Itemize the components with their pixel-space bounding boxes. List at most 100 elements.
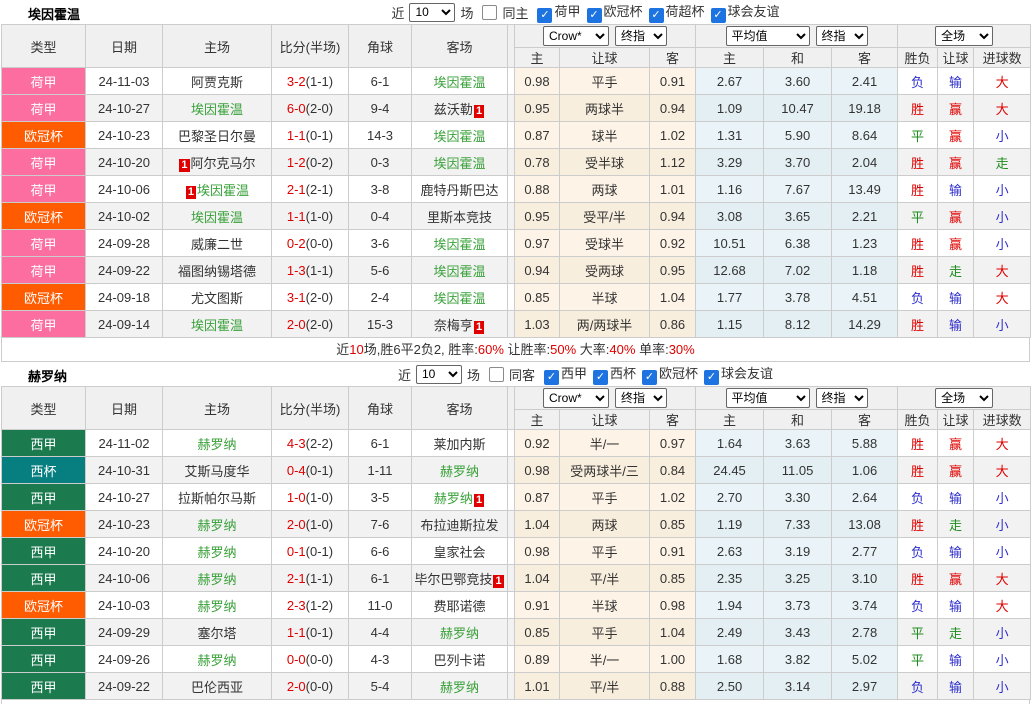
home-team: 1埃因霍温 <box>185 183 249 198</box>
halftime-score: (1-0) <box>306 209 333 224</box>
league-cell: 荷甲 <box>2 95 86 122</box>
subcol-avg-home: 主 <box>696 410 764 430</box>
gap-column <box>508 25 515 68</box>
date-cell: 24-10-20 <box>86 149 163 176</box>
away-team: 埃因霍温 <box>433 264 485 279</box>
avg-source-select[interactable]: 平均值 <box>726 26 810 46</box>
same-venue-checkbox[interactable] <box>482 5 497 20</box>
avg-draw-cell: 3.73 <box>764 592 832 619</box>
away-team: 里斯本竞技 <box>427 210 492 225</box>
away-team-cell: 里斯本竞技 <box>412 203 508 230</box>
odds-home-cell: 0.85 <box>515 284 560 311</box>
table-row: 欧冠杯24-09-18尤文图斯3-1(2-0)2-4埃因霍温0.85半球1.04… <box>2 284 1031 311</box>
halftime-score: (1-0) <box>306 490 333 505</box>
home-team-cell: 赫罗纳 <box>163 592 272 619</box>
avg-select-cell: 平均值终指 <box>696 387 898 410</box>
away-team: 赫罗纳 <box>440 626 479 641</box>
fulltime-score: 0-2 <box>287 236 306 251</box>
league-checkbox[interactable]: ✓ <box>587 8 602 23</box>
league-checkbox[interactable]: ✓ <box>642 370 657 385</box>
avg-away-cell: 14.29 <box>832 311 898 338</box>
league-checkbox[interactable]: ✓ <box>649 8 664 23</box>
league-checkbox[interactable]: ✓ <box>544 370 559 385</box>
same-venue-checkbox[interactable] <box>489 367 504 382</box>
away-team-cell: 鹿特丹斯巴达 <box>412 176 508 203</box>
home-team: 赫罗纳 <box>197 599 236 614</box>
date-cell: 24-10-23 <box>86 122 163 149</box>
handicap-cell: 两球 <box>560 176 650 203</box>
odds-source-select[interactable]: Crow* <box>543 388 609 408</box>
odds-away-cell: 0.98 <box>650 592 696 619</box>
away-team: 埃因霍温 <box>433 129 485 144</box>
league-checkbox-label: 西甲 <box>561 366 587 381</box>
odds-away-cell: 0.97 <box>650 430 696 457</box>
result-wdl-cell: 胜 <box>898 511 938 538</box>
result-goals-cell: 大 <box>974 430 1031 457</box>
away-team-name: 埃因霍温 <box>433 75 485 90</box>
avg-away-cell: 2.64 <box>832 484 898 511</box>
near-label: 近 <box>398 365 411 384</box>
odds-home-cell: 0.98 <box>515 457 560 484</box>
league-cell: 西甲 <box>2 430 86 457</box>
summary-text: 让胜率: <box>504 342 550 357</box>
home-team-name: 塞尔塔 <box>197 626 236 641</box>
table-row: 荷甲24-10-27埃因霍温6-0(2-0)9-4兹沃勒10.95两球半0.94… <box>2 95 1031 122</box>
avg-draw-cell: 3.60 <box>764 68 832 95</box>
avg-kind-select[interactable]: 终指 <box>816 26 868 46</box>
away-team: 兹沃勒1 <box>434 102 485 117</box>
score-cell: 2-3(1-2) <box>272 592 349 619</box>
summary-value: 60% <box>478 342 504 357</box>
avg-draw-cell: 11.05 <box>764 457 832 484</box>
home-team-cell: 赫罗纳 <box>163 511 272 538</box>
away-team-cell: 费耶诺德 <box>412 592 508 619</box>
scope-select[interactable]: 全场 <box>935 26 993 46</box>
odds-home-cell: 0.95 <box>515 95 560 122</box>
score-cell: 3-2(1-1) <box>272 68 349 95</box>
odds-kind-select[interactable]: 终指 <box>615 26 667 46</box>
away-team-name: 布拉迪斯拉发 <box>420 518 498 533</box>
subcol-result-goals: 进球数 <box>974 410 1031 430</box>
corner-cell: 5-4 <box>349 673 412 700</box>
result-goals-cell: 大 <box>974 592 1031 619</box>
date-cell: 24-10-06 <box>86 565 163 592</box>
subcol-result-handicap: 让球 <box>938 410 974 430</box>
away-team-name: 里斯本竞技 <box>427 210 492 225</box>
league-cell: 欧冠杯 <box>2 511 86 538</box>
avg-home-cell: 1.16 <box>696 176 764 203</box>
date-cell: 24-09-28 <box>86 230 163 257</box>
odds-source-select[interactable]: Crow* <box>543 26 609 46</box>
avg-kind-select[interactable]: 终指 <box>816 388 868 408</box>
league-checkbox[interactable]: ✓ <box>711 8 726 23</box>
avg-draw-cell: 10.47 <box>764 95 832 122</box>
subcol-odds-away: 客 <box>650 48 696 68</box>
away-team: 巴列卡诺 <box>433 653 485 668</box>
result-goals-cell: 小 <box>974 511 1031 538</box>
gap-cell <box>508 284 515 311</box>
home-team-cell: 赫罗纳 <box>163 430 272 457</box>
avg-away-cell: 2.97 <box>832 673 898 700</box>
match-count-select[interactable]: 10 <box>409 3 455 22</box>
table-row: 荷甲24-10-061埃因霍温2-1(2-1)3-8鹿特丹斯巴达0.88两球1.… <box>2 176 1031 203</box>
odds-away-cell: 0.84 <box>650 457 696 484</box>
summary-value: 50% <box>550 342 576 357</box>
odds-away-cell: 1.12 <box>650 149 696 176</box>
halftime-score: (0-1) <box>306 544 333 559</box>
corner-cell: 14-3 <box>349 122 412 149</box>
gap-cell <box>508 122 515 149</box>
league-checkbox[interactable]: ✓ <box>593 370 608 385</box>
match-count-select[interactable]: 10 <box>416 365 462 384</box>
col-type: 类型 <box>2 387 86 430</box>
odds-kind-select[interactable]: 终指 <box>615 388 667 408</box>
corner-cell: 3-8 <box>349 176 412 203</box>
scope-select[interactable]: 全场 <box>935 388 993 408</box>
league-checkbox[interactable]: ✓ <box>537 8 552 23</box>
summary-text: 场,胜6平2负2, 胜率: <box>364 342 478 357</box>
avg-source-select[interactable]: 平均值 <box>726 388 810 408</box>
league-checkbox[interactable]: ✓ <box>704 370 719 385</box>
avg-home-cell: 3.08 <box>696 203 764 230</box>
date-cell: 24-09-22 <box>86 257 163 284</box>
odds-away-cell: 0.86 <box>650 311 696 338</box>
table-row: 西甲24-09-26赫罗纳0-0(0-0)4-3巴列卡诺0.89半/一1.001… <box>2 646 1031 673</box>
subcol-handicap: 让球 <box>560 48 650 68</box>
odds-home-cell: 0.92 <box>515 430 560 457</box>
